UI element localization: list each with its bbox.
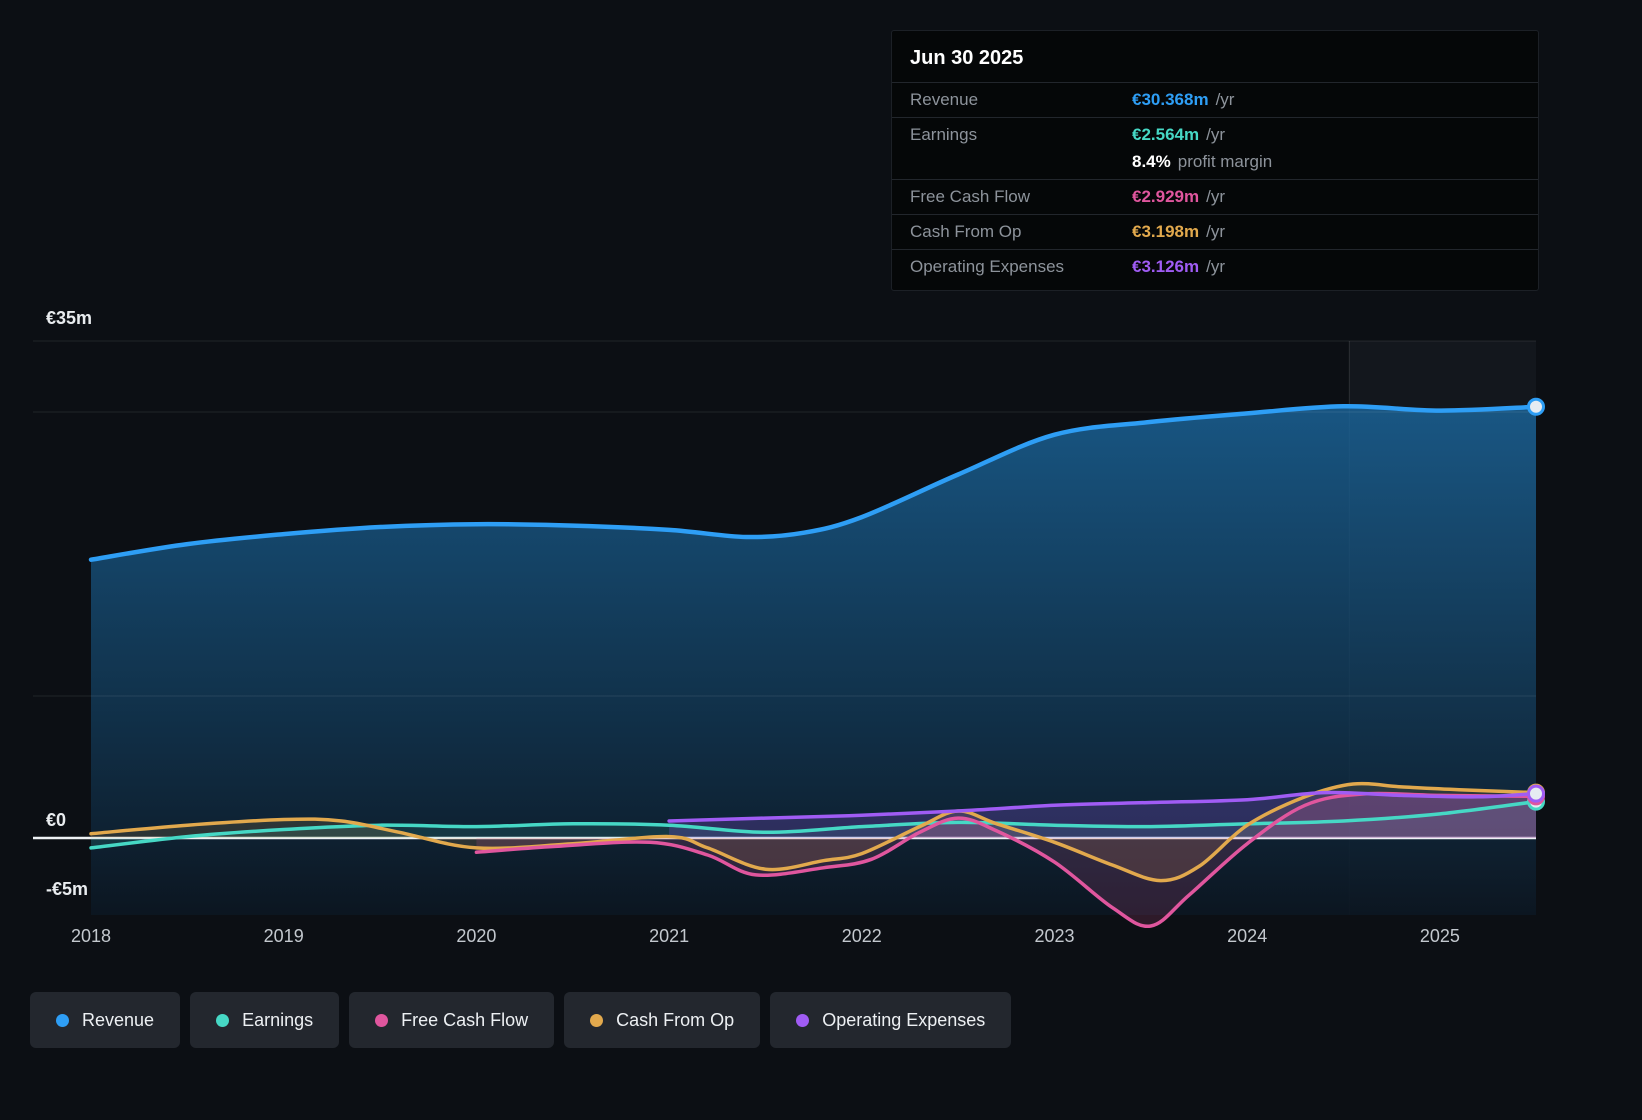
y-axis-label: €35m (46, 308, 93, 328)
tooltip-label: Earnings (910, 125, 978, 144)
tooltip-row-free-cash-flow: Free Cash Flow €2.929m/yr (892, 179, 1538, 214)
tooltip-value: €3.126m (1132, 257, 1200, 276)
legend-dot (216, 1013, 230, 1027)
tooltip-value: €30.368m (1132, 90, 1209, 109)
legend-dot (590, 1013, 604, 1027)
legend-dot (56, 1013, 69, 1027)
tooltip-unit: /yr (1206, 125, 1226, 144)
x-axis-label: 2023 (1034, 926, 1075, 946)
x-axis-label: 2021 (649, 926, 690, 946)
tooltip-value: €3.198m (1132, 222, 1200, 241)
legend-label: Cash From Op (616, 1009, 735, 1030)
tooltip-label: Revenue (910, 90, 979, 109)
tooltip-value-cell: €3.198m/yr (1132, 222, 1520, 242)
x-axis-label: 2018 (70, 926, 112, 946)
tooltip-value-cell: €2.929m/yr (1132, 187, 1520, 207)
legend-earnings[interactable]: Earnings (190, 992, 340, 1048)
tooltip-value-cell: €3.126m/yr (1132, 257, 1520, 277)
tooltip-unit: /yr (1215, 90, 1235, 109)
chart-tooltip: Jun 30 2025 Revenue €30.368m/yr Earnings €2… (891, 30, 1539, 291)
tooltip-unit: profit margin (1177, 152, 1273, 171)
tooltip-date: Jun 30 2025 (910, 47, 1024, 69)
legend-operating-expenses[interactable]: Operating Expenses (770, 992, 1012, 1048)
legend-cash-from-op[interactable]: Cash From Op (564, 992, 761, 1048)
legend-dot (375, 1013, 389, 1027)
y-axis-label: €0 (46, 810, 67, 830)
tooltip-value: €2.564m (1132, 125, 1200, 144)
tooltip-value: €2.929m (1132, 187, 1200, 206)
tooltip-unit: /yr (1206, 187, 1226, 206)
tooltip-label: Operating Expenses (910, 257, 1065, 276)
x-axis-label: 2019 (263, 926, 304, 946)
tooltip-unit: /yr (1206, 257, 1226, 276)
tooltip-unit: /yr (1206, 222, 1226, 241)
tooltip-row-earnings: Earnings €2.564m/yr (892, 117, 1538, 152)
tooltip-rows: Revenue €30.368m/yr Earnings €2.564m/yr 8.4%… (892, 82, 1538, 284)
tooltip-row-revenue: Revenue €30.368m/yr (892, 82, 1538, 117)
legend-label: Free Cash Flow (401, 1009, 529, 1030)
legend-revenue[interactable]: Revenue (30, 992, 181, 1048)
x-axis-label: 2020 (456, 926, 497, 946)
tooltip-row-cash-from-op: Cash From Op €3.198m/yr (892, 214, 1538, 249)
tooltip-value-cell: €30.368m/yr (1132, 90, 1520, 110)
legend-label: Operating Expenses (822, 1009, 986, 1030)
tooltip-value-cell: 8.4% profit margin (1132, 152, 1520, 172)
legend-label: Revenue (82, 1009, 155, 1030)
legend-dot (796, 1013, 810, 1027)
x-axis-label: 2024 (1227, 926, 1268, 946)
legend-label: Earnings (242, 1009, 314, 1030)
tooltip-value: 8.4% (1132, 152, 1171, 171)
tooltip-label: Cash From Op (910, 222, 1022, 241)
x-axis-label: 2025 (1419, 926, 1460, 946)
y-axis-label: -€5m (46, 879, 89, 899)
tooltip-row-operating-expenses: Operating Expenses €3.126m/yr (892, 249, 1538, 284)
chart-legend: Revenue Earnings Free Cash Flow Cash From O… (30, 992, 1012, 1048)
tooltip-value-cell: €2.564m/yr (1132, 125, 1520, 145)
legend-free-cash-flow[interactable]: Free Cash Flow (349, 992, 555, 1048)
tooltip-label: Free Cash Flow (910, 187, 1030, 206)
x-axis-label: 2022 (841, 926, 882, 946)
tooltip-row-profit-margin: 8.4% profit margin (892, 152, 1538, 179)
